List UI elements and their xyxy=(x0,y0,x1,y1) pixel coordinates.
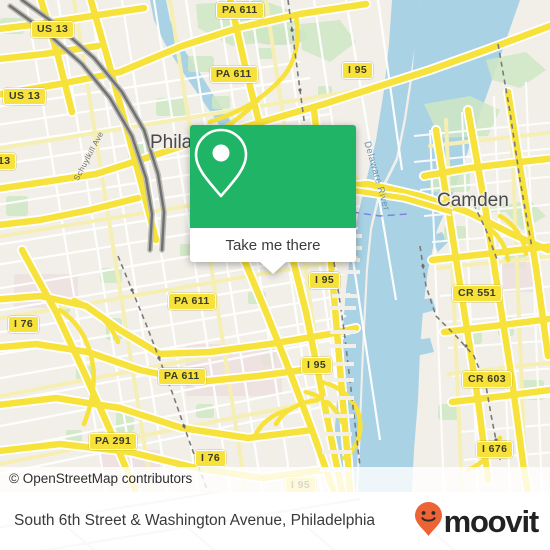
map-screenshot: Philadelphia Camden Delaware River Schuy… xyxy=(0,0,550,550)
moovit-wordmark: moovit xyxy=(443,503,540,539)
road-shield: PA 611 xyxy=(210,66,258,83)
map-attribution[interactable]: © OpenStreetMap contributors xyxy=(0,467,550,492)
road-shield: I 95 xyxy=(309,272,341,289)
road-shield: I 676 xyxy=(476,441,514,458)
road-shield: I 95 xyxy=(342,62,374,79)
road-shield: 13 xyxy=(0,153,17,170)
road-shield: I 76 xyxy=(8,316,40,333)
location-title: South 6th Street & Washington Avenue, Ph… xyxy=(14,512,376,529)
popup-icon-area xyxy=(190,125,356,228)
moovit-smiley-pin-icon xyxy=(414,501,443,542)
road-shield: PA 291 xyxy=(89,433,138,450)
road-shield: CR 603 xyxy=(462,371,513,388)
footer-bar: South 6th Street & Washington Avenue, Ph… xyxy=(0,492,550,550)
road-shield: CR 551 xyxy=(452,285,503,302)
road-shield: US 13 xyxy=(3,88,47,105)
popup-action[interactable]: Take me there xyxy=(190,228,356,274)
road-shield: PA 611 xyxy=(168,293,216,310)
place-label-camden: Camden xyxy=(437,190,509,211)
road-shield: US 13 xyxy=(31,21,75,38)
map-canvas[interactable]: Philadelphia Camden Delaware River Schuy… xyxy=(0,0,550,492)
road-shield: I 76 xyxy=(195,450,227,467)
road-shield: I 95 xyxy=(301,357,333,374)
popup-action-label: Take me there xyxy=(225,236,321,254)
road-shield: PA 611 xyxy=(158,368,206,385)
popup-tail xyxy=(260,262,286,274)
moovit-logo[interactable]: moovit xyxy=(414,501,540,542)
take-me-there-popup[interactable]: Take me there xyxy=(190,125,356,274)
road-shield: PA 611 xyxy=(216,2,264,19)
